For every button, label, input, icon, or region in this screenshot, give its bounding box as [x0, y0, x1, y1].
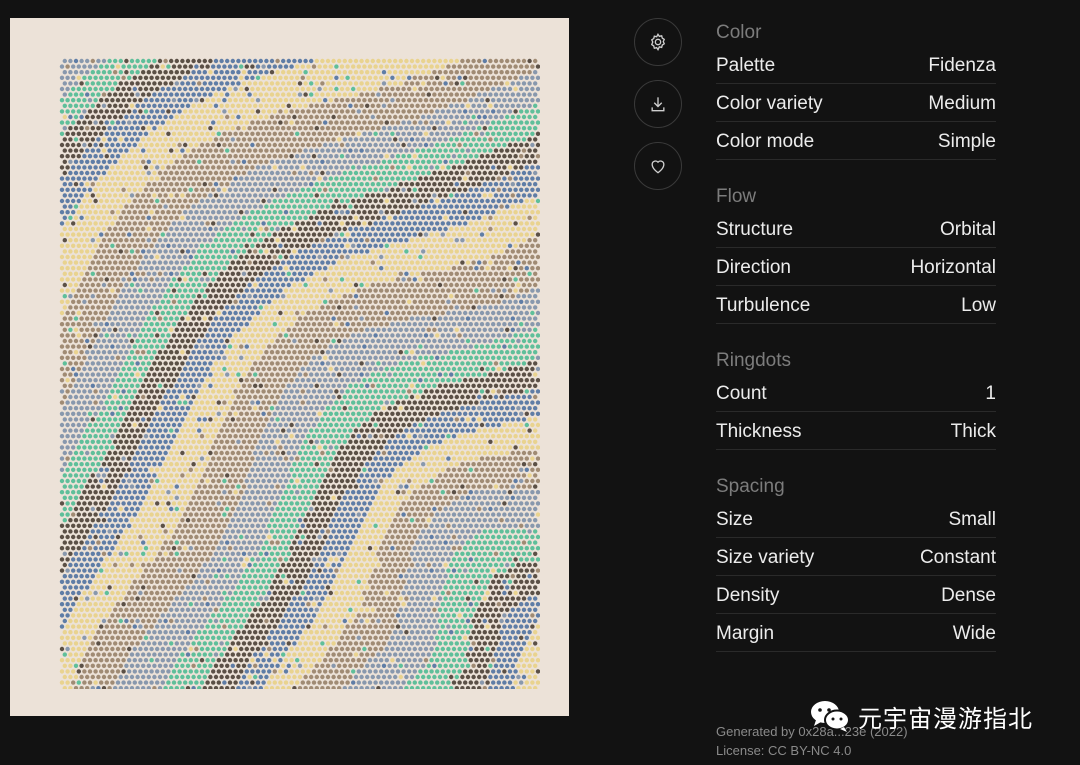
property-label: Margin: [716, 622, 775, 644]
property-value: Simple: [937, 130, 996, 152]
license-text: License: CC BY-NC 4.0: [716, 743, 852, 758]
property-label: Direction: [716, 256, 791, 278]
property-value: Fidenza: [928, 54, 996, 76]
property-value: Constant: [919, 546, 996, 568]
property-row-size-variety: Size variety Constant: [716, 539, 996, 576]
property-row-direction: Direction Horizontal: [716, 249, 996, 286]
property-row-size: Size Small: [716, 501, 996, 538]
heart-icon: [651, 160, 665, 174]
property-value: Small: [948, 508, 996, 530]
gear-icon: [650, 33, 666, 52]
artwork-frame: [10, 18, 569, 716]
property-label: Count: [716, 382, 767, 404]
section-title: Ringdots: [716, 350, 791, 371]
property-value: Orbital: [940, 218, 996, 240]
property-value: Dense: [941, 584, 996, 606]
property-value: Wide: [952, 622, 996, 644]
property-label: Structure: [716, 218, 794, 240]
property-row-thickness: Thickness Thick: [716, 413, 996, 450]
property-label: Thickness: [716, 420, 802, 442]
property-value: Horizontal: [910, 256, 996, 278]
action-buttons: [634, 18, 684, 204]
property-row-palette: Palette Fidenza: [716, 47, 996, 84]
property-row-color-mode: Color mode Simple: [716, 123, 996, 160]
section-spacing: Spacing Size Small Size variety Constant…: [716, 474, 996, 652]
settings-button[interactable]: [634, 18, 682, 66]
property-value: Medium: [928, 92, 996, 114]
download-icon: [651, 97, 665, 112]
property-value: Low: [961, 294, 996, 316]
property-label: Palette: [716, 54, 776, 76]
property-value: 1: [985, 382, 996, 404]
watermark: 元宇宙漫游指北: [808, 697, 1033, 735]
property-row-density: Density Dense: [716, 577, 996, 614]
artwork-image: [59, 58, 540, 689]
property-label: Size: [716, 508, 753, 530]
property-label: Color mode: [716, 130, 815, 152]
property-label: Size variety: [716, 546, 815, 568]
download-button[interactable]: [634, 80, 682, 128]
wechat-logo-icon: [811, 701, 850, 732]
property-row-count: Count 1: [716, 375, 996, 412]
property-value: Thick: [950, 420, 996, 442]
property-label: Density: [716, 584, 780, 606]
section-title: Spacing: [716, 476, 785, 497]
property-row-structure: Structure Orbital: [716, 211, 996, 248]
properties-panel: Color Palette Fidenza Color variety Medi…: [716, 20, 996, 676]
section-ringdots: Ringdots Count 1 Thickness Thick: [716, 348, 996, 450]
property-row-turbulence: Turbulence Low: [716, 287, 996, 324]
section-color: Color Palette Fidenza Color variety Medi…: [716, 20, 996, 160]
section-title: Color: [716, 22, 762, 43]
property-label: Turbulence: [716, 294, 811, 316]
section-flow: Flow Structure Orbital Direction Horizon…: [716, 184, 996, 324]
property-row-color-variety: Color variety Medium: [716, 85, 996, 122]
section-title: Flow: [716, 186, 757, 207]
watermark-text: 元宇宙漫游指北: [858, 705, 1033, 733]
property-row-margin: Margin Wide: [716, 615, 996, 652]
favorite-button[interactable]: [634, 142, 682, 190]
property-label: Color variety: [716, 92, 823, 114]
